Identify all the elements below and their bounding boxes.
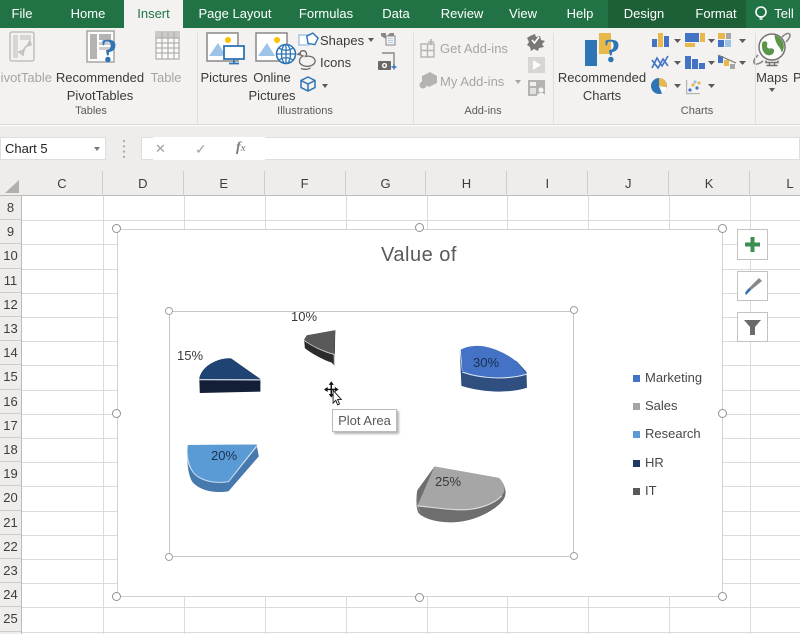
- svg-text:?: ?: [604, 33, 621, 70]
- svg-text:?: ?: [101, 33, 118, 70]
